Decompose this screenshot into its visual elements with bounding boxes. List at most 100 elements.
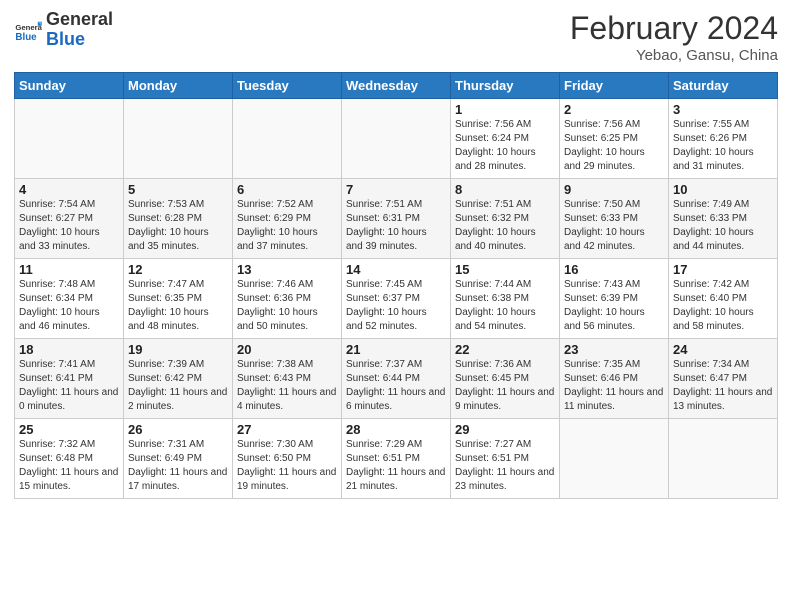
day-number: 3 xyxy=(673,102,773,117)
day-number: 19 xyxy=(128,342,228,357)
day-number: 2 xyxy=(564,102,664,117)
calendar-cell: 7 Sunrise: 7:51 AMSunset: 6:31 PMDaylight… xyxy=(342,179,451,259)
calendar-cell: 16 Sunrise: 7:43 AMSunset: 6:39 PMDayligh… xyxy=(560,259,669,339)
day-number: 29 xyxy=(455,422,555,437)
day-info: Sunrise: 7:47 AMSunset: 6:35 PMDaylight:… xyxy=(128,279,209,332)
day-number: 13 xyxy=(237,262,337,277)
calendar-week-row: 1 Sunrise: 7:56 AMSunset: 6:24 PMDaylight… xyxy=(15,99,778,179)
calendar-cell: 24Sunrise: 7:34 AMSunset: 6:47 PMDayligh… xyxy=(669,339,778,419)
day-number: 22 xyxy=(455,342,555,357)
day-info: Sunrise: 7:54 AMSunset: 6:27 PMDaylight:… xyxy=(19,199,100,252)
calendar-cell: 2 Sunrise: 7:56 AMSunset: 6:25 PMDaylight… xyxy=(560,99,669,179)
day-number: 26 xyxy=(128,422,228,437)
day-number: 25 xyxy=(19,422,119,437)
weekday-header-monday: Monday xyxy=(124,73,233,99)
calendar-cell xyxy=(560,419,669,499)
calendar-cell: 23Sunrise: 7:35 AMSunset: 6:46 PMDayligh… xyxy=(560,339,669,419)
day-info: Sunrise: 7:48 AMSunset: 6:34 PMDaylight:… xyxy=(19,279,100,332)
weekday-header-sunday: Sunday xyxy=(15,73,124,99)
day-info: Sunrise: 7:27 AMSunset: 6:51 PMDaylight:… xyxy=(455,439,554,492)
weekday-header-friday: Friday xyxy=(560,73,669,99)
day-info: Sunrise: 7:56 AMSunset: 6:24 PMDaylight:… xyxy=(455,119,536,172)
day-info: Sunrise: 7:53 AMSunset: 6:28 PMDaylight:… xyxy=(128,199,209,252)
calendar-week-row: 18 Sunrise: 7:41 AMSunset: 6:41 PMDayligh… xyxy=(15,339,778,419)
day-info: Sunrise: 7:32 AMSunset: 6:48 PMDaylight:… xyxy=(19,439,118,492)
weekday-header-wednesday: Wednesday xyxy=(342,73,451,99)
calendar-cell: 26 Sunrise: 7:31 AMSunset: 6:49 PMDayligh… xyxy=(124,419,233,499)
calendar-cell: 15 Sunrise: 7:44 AMSunset: 6:38 PMDayligh… xyxy=(451,259,560,339)
calendar-cell xyxy=(342,99,451,179)
day-number: 12 xyxy=(128,262,228,277)
calendar-week-row: 4Sunrise: 7:54 AMSunset: 6:27 PMDaylight… xyxy=(15,179,778,259)
logo-blue-text: Blue xyxy=(46,30,113,50)
day-number: 7 xyxy=(346,182,446,197)
day-info: Sunrise: 7:31 AMSunset: 6:49 PMDaylight:… xyxy=(128,439,227,492)
day-info: Sunrise: 7:51 AMSunset: 6:31 PMDaylight:… xyxy=(346,199,427,252)
day-info: Sunrise: 7:37 AMSunset: 6:44 PMDaylight:… xyxy=(346,359,445,412)
day-number: 10 xyxy=(673,182,773,197)
location-text: Yebao, Gansu, China xyxy=(570,47,778,64)
weekday-header-tuesday: Tuesday xyxy=(233,73,342,99)
calendar-header: General Blue General Blue February 2024 … xyxy=(14,10,778,64)
day-info: Sunrise: 7:44 AMSunset: 6:38 PMDaylight:… xyxy=(455,279,536,332)
day-info: Sunrise: 7:34 AMSunset: 6:47 PMDaylight:… xyxy=(673,359,772,412)
day-info: Sunrise: 7:36 AMSunset: 6:45 PMDaylight:… xyxy=(455,359,554,412)
day-info: Sunrise: 7:41 AMSunset: 6:41 PMDaylight:… xyxy=(19,359,118,412)
day-number: 16 xyxy=(564,262,664,277)
day-number: 21 xyxy=(346,342,446,357)
weekday-header-saturday: Saturday xyxy=(669,73,778,99)
calendar-cell: 25 Sunrise: 7:32 AMSunset: 6:48 PMDayligh… xyxy=(15,419,124,499)
day-info: Sunrise: 7:43 AMSunset: 6:39 PMDaylight:… xyxy=(564,279,645,332)
calendar-cell xyxy=(124,99,233,179)
calendar-cell: 11Sunrise: 7:48 AMSunset: 6:34 PMDayligh… xyxy=(15,259,124,339)
calendar-cell: 6 Sunrise: 7:52 AMSunset: 6:29 PMDaylight… xyxy=(233,179,342,259)
day-number: 15 xyxy=(455,262,555,277)
calendar-cell: 20Sunrise: 7:38 AMSunset: 6:43 PMDayligh… xyxy=(233,339,342,419)
calendar-page: General Blue General Blue February 2024 … xyxy=(0,0,792,509)
day-number: 27 xyxy=(237,422,337,437)
calendar-cell: 3 Sunrise: 7:55 AMSunset: 6:26 PMDaylight… xyxy=(669,99,778,179)
calendar-cell: 13 Sunrise: 7:46 AMSunset: 6:36 PMDayligh… xyxy=(233,259,342,339)
calendar-cell: 27 Sunrise: 7:30 AMSunset: 6:50 PMDayligh… xyxy=(233,419,342,499)
day-info: Sunrise: 7:29 AMSunset: 6:51 PMDaylight:… xyxy=(346,439,445,492)
calendar-cell: 28 Sunrise: 7:29 AMSunset: 6:51 PMDayligh… xyxy=(342,419,451,499)
day-number: 8 xyxy=(455,182,555,197)
day-info: Sunrise: 7:55 AMSunset: 6:26 PMDaylight:… xyxy=(673,119,754,172)
calendar-cell: 21 Sunrise: 7:37 AMSunset: 6:44 PMDayligh… xyxy=(342,339,451,419)
day-number: 14 xyxy=(346,262,446,277)
calendar-cell: 17Sunrise: 7:42 AMSunset: 6:40 PMDayligh… xyxy=(669,259,778,339)
day-number: 20 xyxy=(237,342,337,357)
calendar-table: SundayMondayTuesdayWednesdayThursdayFrid… xyxy=(14,72,778,499)
weekday-header-thursday: Thursday xyxy=(451,73,560,99)
calendar-cell: 19 Sunrise: 7:39 AMSunset: 6:42 PMDayligh… xyxy=(124,339,233,419)
day-info: Sunrise: 7:50 AMSunset: 6:33 PMDaylight:… xyxy=(564,199,645,252)
calendar-cell: 18 Sunrise: 7:41 AMSunset: 6:41 PMDayligh… xyxy=(15,339,124,419)
day-number: 18 xyxy=(19,342,119,357)
calendar-cell xyxy=(15,99,124,179)
day-info: Sunrise: 7:49 AMSunset: 6:33 PMDaylight:… xyxy=(673,199,754,252)
logo-icon: General Blue xyxy=(14,16,42,44)
day-number: 28 xyxy=(346,422,446,437)
month-title: February 2024 xyxy=(570,10,778,47)
day-number: 5 xyxy=(128,182,228,197)
logo-general-text: General xyxy=(46,10,113,30)
day-info: Sunrise: 7:39 AMSunset: 6:42 PMDaylight:… xyxy=(128,359,227,412)
title-block: February 2024 Yebao, Gansu, China xyxy=(570,10,778,64)
day-number: 17 xyxy=(673,262,773,277)
calendar-cell: 8Sunrise: 7:51 AMSunset: 6:32 PMDaylight… xyxy=(451,179,560,259)
calendar-cell: 9 Sunrise: 7:50 AMSunset: 6:33 PMDaylight… xyxy=(560,179,669,259)
day-number: 1 xyxy=(455,102,555,117)
day-number: 9 xyxy=(564,182,664,197)
calendar-cell xyxy=(233,99,342,179)
day-number: 6 xyxy=(237,182,337,197)
day-info: Sunrise: 7:46 AMSunset: 6:36 PMDaylight:… xyxy=(237,279,318,332)
logo: General Blue General Blue xyxy=(14,10,113,50)
calendar-cell: 29 Sunrise: 7:27 AMSunset: 6:51 PMDayligh… xyxy=(451,419,560,499)
svg-text:Blue: Blue xyxy=(15,32,37,43)
calendar-cell: 22 Sunrise: 7:36 AMSunset: 6:45 PMDayligh… xyxy=(451,339,560,419)
calendar-cell: 14Sunrise: 7:45 AMSunset: 6:37 PMDayligh… xyxy=(342,259,451,339)
day-info: Sunrise: 7:56 AMSunset: 6:25 PMDaylight:… xyxy=(564,119,645,172)
calendar-cell: 4Sunrise: 7:54 AMSunset: 6:27 PMDaylight… xyxy=(15,179,124,259)
day-info: Sunrise: 7:30 AMSunset: 6:50 PMDaylight:… xyxy=(237,439,336,492)
day-info: Sunrise: 7:52 AMSunset: 6:29 PMDaylight:… xyxy=(237,199,318,252)
